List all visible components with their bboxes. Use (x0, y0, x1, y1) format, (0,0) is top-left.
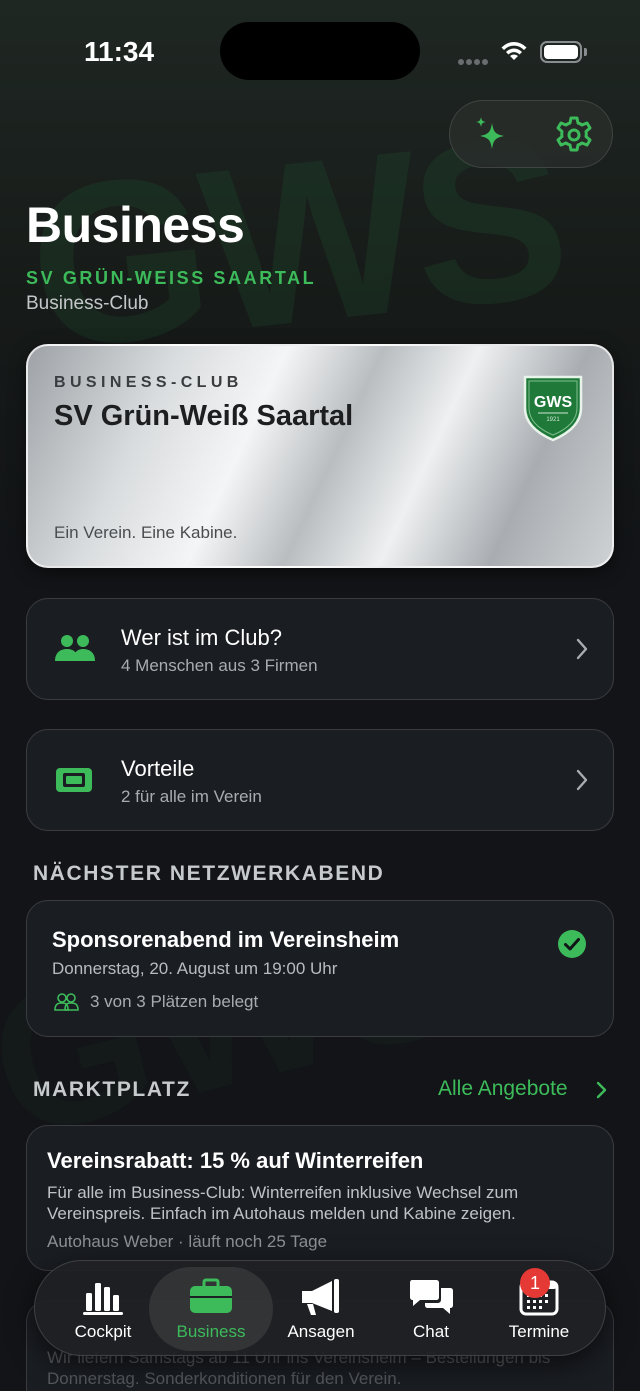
battery-cap (584, 48, 587, 56)
crest-text: GWS (534, 394, 573, 411)
people-icon (55, 635, 95, 661)
check-circle-icon (558, 930, 586, 958)
next-event-heading: NÄCHSTER NETZWERKABEND (33, 862, 385, 885)
members-row-subtitle: 4 Menschen aus 3 Firmen (121, 656, 318, 675)
benefits-row-subtitle: 2 für alle im Verein (121, 787, 262, 806)
tab-ansagen[interactable]: Ansagen (263, 1261, 379, 1357)
chat-bubbles-icon (410, 1280, 453, 1314)
card-slogan: Ein Verein. Eine Kabine. (54, 523, 238, 542)
header-actions (449, 100, 613, 168)
crest-year: 1921 (546, 417, 560, 423)
event-seats: 3 von 3 Plätzen belegt (90, 992, 259, 1011)
status-time: 11:34 (84, 36, 155, 67)
bar-chart-icon (83, 1283, 123, 1315)
notification-badge: 1 (520, 1268, 550, 1298)
wifi-icon (501, 42, 527, 60)
tab-business[interactable]: Business (149, 1267, 273, 1351)
offer-meta: Autohaus Weber · läuft noch 25 Tage (47, 1232, 328, 1251)
tab-label: Ansagen (287, 1322, 355, 1341)
tab-label: Chat (413, 1322, 449, 1341)
tab-cockpit[interactable]: Cockpit (41, 1261, 165, 1357)
dynamic-island (220, 22, 420, 80)
members-row[interactable]: Wer ist im Club? 4 Menschen aus 3 Firmen (26, 598, 614, 700)
tab-bar: Cockpit Business Ansagen Chat Termine (34, 1260, 606, 1356)
people-outline-icon (54, 993, 79, 1011)
membership-card[interactable]: BUSINESS-CLUB SV Grün-Weiß Saartal Ein V… (26, 344, 614, 568)
marketplace-heading: MARKTPLATZ (33, 1078, 191, 1101)
chevron-right-icon (576, 638, 588, 660)
page-title: Business (26, 197, 245, 253)
tab-chat[interactable]: Chat (373, 1261, 489, 1357)
tab-label: Termine (508, 1322, 570, 1341)
benefits-row-title: Vorteile (121, 756, 195, 781)
offer-card[interactable]: Vereinsrabatt: 15 % auf Winterreifen Für… (26, 1125, 614, 1271)
card-club-name: SV Grün-Weiß Saartal (54, 400, 354, 432)
signal-icon (458, 52, 490, 70)
briefcase-icon (190, 1278, 232, 1313)
members-row-title: Wer ist im Club? (121, 625, 282, 650)
chevron-right-icon[interactable] (596, 1081, 607, 1099)
gear-icon[interactable] (552, 113, 596, 157)
ticket-icon (56, 768, 92, 792)
event-card[interactable]: Sponsorenabend im Vereinsheim Donnerstag… (26, 900, 614, 1037)
offer-title: Vereinsrabatt: 15 % auf Winterreifen (47, 1148, 424, 1173)
chevron-right-icon (576, 769, 588, 791)
battery-icon (540, 41, 582, 63)
tab-label: Cockpit (74, 1322, 132, 1341)
all-offers-link[interactable]: Alle Angebote (438, 1077, 568, 1101)
card-label: BUSINESS-CLUB (54, 374, 243, 391)
sparkle-icon[interactable] (468, 113, 512, 157)
event-title: Sponsorenabend im Vereinsheim (52, 927, 400, 952)
event-date: Donnerstag, 20. August um 19:00 Uhr (52, 959, 338, 978)
club-subtitle: Business-Club (26, 293, 149, 314)
club-crest-logo: GWS 1921 (523, 375, 583, 442)
offer-description: Für alle im Business-Club: Winterreifen … (47, 1183, 519, 1223)
benefits-row[interactable]: Vorteile 2 für alle im Verein (26, 729, 614, 831)
club-name: SV GRÜN-WEISS SAARTAL (26, 268, 317, 288)
tab-label: Business (176, 1322, 246, 1341)
megaphone-icon (302, 1279, 339, 1315)
